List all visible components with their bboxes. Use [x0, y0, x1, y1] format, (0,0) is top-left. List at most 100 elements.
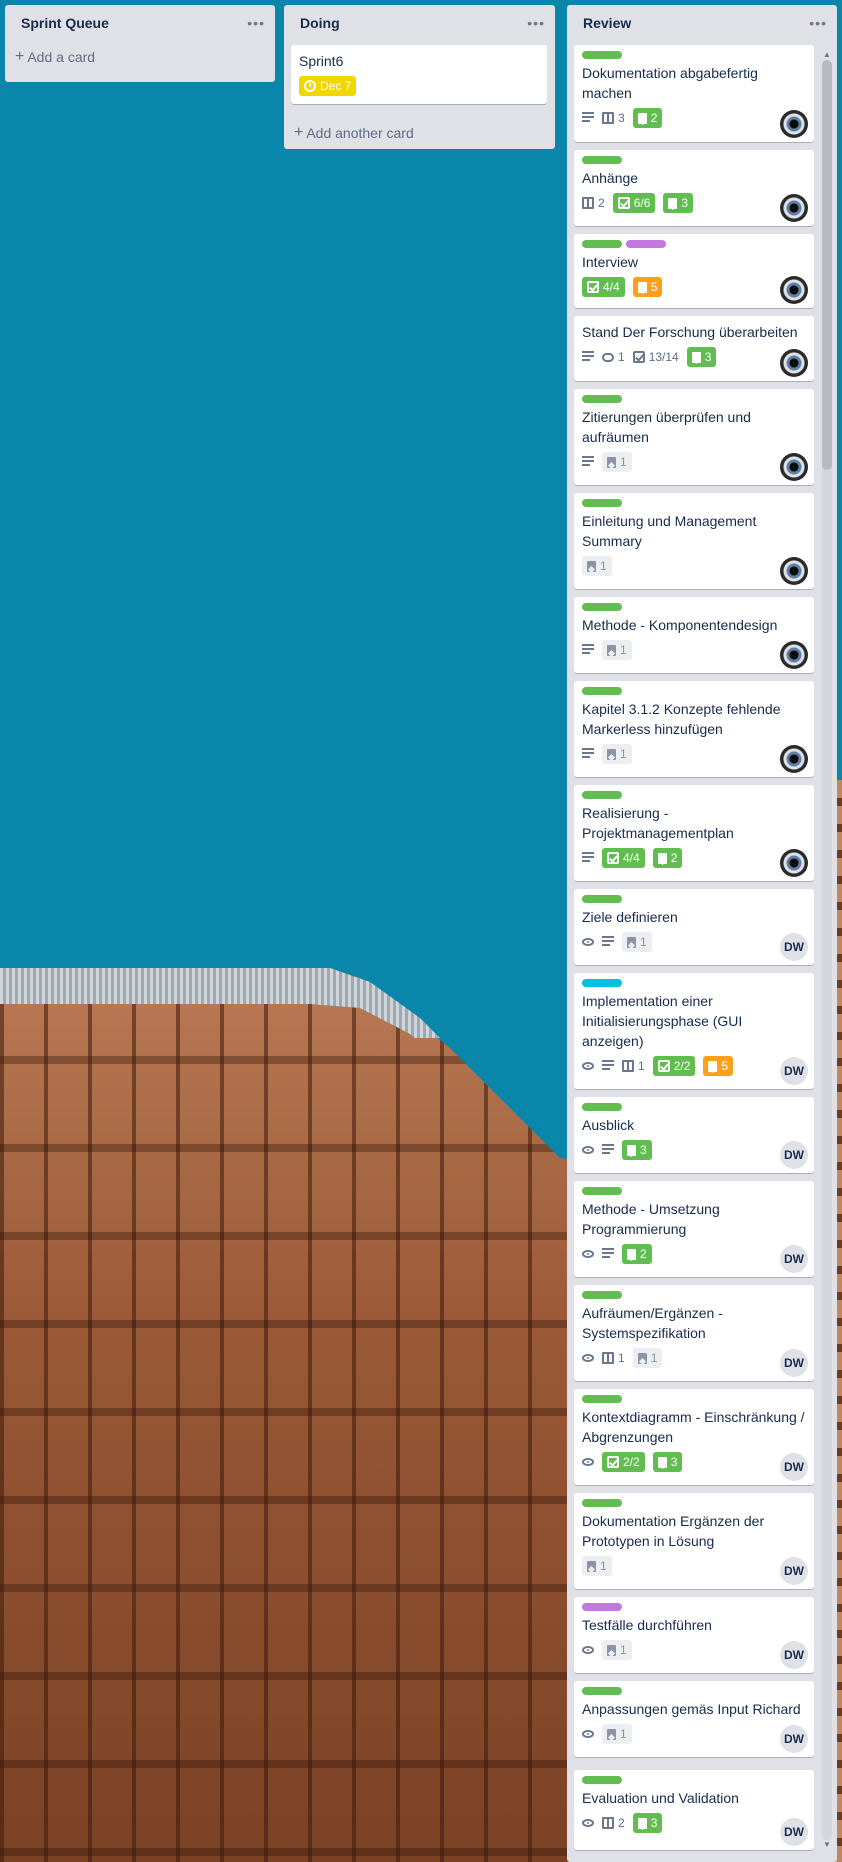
- eye-avatar-icon[interactable]: [780, 349, 808, 377]
- review-card[interactable]: Ausblick 3 DW: [574, 1097, 814, 1173]
- eye-avatar-icon[interactable]: [780, 194, 808, 222]
- eye-avatar-icon[interactable]: [780, 276, 808, 304]
- label-green[interactable]: [582, 791, 622, 799]
- tag-count-badge: 3: [632, 1813, 663, 1833]
- attachment-board-icon: [602, 1352, 614, 1364]
- label-green[interactable]: [582, 687, 622, 695]
- card-title: Methode - Komponentendesign: [582, 617, 778, 633]
- list-menu-icon[interactable]: •••: [527, 15, 545, 31]
- label-purple[interactable]: [626, 240, 666, 248]
- review-card[interactable]: Interview 4/4 5: [574, 234, 814, 308]
- card-title: Methode - Umsetzung Programmierung: [582, 1201, 720, 1237]
- watch-badge: [582, 1146, 594, 1154]
- member-avatar[interactable]: DW: [780, 1057, 808, 1085]
- checklist-badge: 4/4: [602, 848, 645, 868]
- checklist-badge: 13/14: [632, 350, 679, 364]
- tag-count-badge: 1: [602, 744, 632, 764]
- eye-avatar-icon[interactable]: [780, 641, 808, 669]
- label-green[interactable]: [582, 156, 622, 164]
- review-card[interactable]: Ziele definieren 1 DW: [574, 889, 814, 965]
- card-labels: [582, 240, 806, 248]
- review-scrollbar-thumb[interactable]: [822, 60, 832, 470]
- eye-avatar-icon[interactable]: [780, 849, 808, 877]
- label-green[interactable]: [582, 1187, 622, 1195]
- member-avatar[interactable]: DW: [780, 1453, 808, 1481]
- member-avatar[interactable]: DW: [780, 1245, 808, 1273]
- card-title: Sprint6: [299, 53, 344, 69]
- member-avatar[interactable]: DW: [780, 933, 808, 961]
- tag-icon: [637, 281, 647, 293]
- label-green[interactable]: [582, 240, 622, 248]
- card-title: Stand Der Forschung überarbeiten: [582, 324, 798, 340]
- member-avatar[interactable]: DW: [780, 1349, 808, 1377]
- label-green[interactable]: [582, 1687, 622, 1695]
- label-green[interactable]: [582, 395, 622, 403]
- card-badges: 1: [582, 553, 806, 579]
- label-green[interactable]: [582, 1776, 622, 1784]
- list-title[interactable]: Sprint Queue: [21, 15, 109, 31]
- label-green[interactable]: [582, 1395, 622, 1403]
- description-icon: [582, 456, 594, 468]
- review-card[interactable]: Realisierung - Projektmanagementplan 4/4 2: [574, 785, 814, 881]
- scroll-up-arrow-icon[interactable]: ▲: [822, 50, 832, 59]
- review-card[interactable]: Aufräumen/Ergänzen - Systemspezifikation…: [574, 1285, 814, 1381]
- eye-avatar-icon[interactable]: [780, 453, 808, 481]
- eye-avatar-icon[interactable]: [780, 110, 808, 138]
- card-title: Ziele definieren: [582, 909, 678, 925]
- tag-icon: [668, 197, 678, 209]
- review-card[interactable]: Methode - Komponentendesign 1: [574, 597, 814, 673]
- label-green[interactable]: [582, 51, 622, 59]
- review-card[interactable]: Stand Der Forschung überarbeiten 1 13/14 3: [574, 316, 814, 381]
- label-green[interactable]: [582, 603, 622, 611]
- review-card[interactable]: Anhänge 2 6/6 3: [574, 150, 814, 226]
- watch-badge: [582, 1062, 594, 1070]
- label-green[interactable]: [582, 499, 622, 507]
- label-green[interactable]: [582, 895, 622, 903]
- review-card[interactable]: Anpassungen gemäs Input Richard 1 DW: [574, 1681, 814, 1757]
- eye-avatar-icon[interactable]: [780, 557, 808, 585]
- label-green[interactable]: [582, 1499, 622, 1507]
- board: Sprint Queue ••• + Add a card Doing ••• …: [0, 0, 842, 1862]
- watch-badge: [582, 1250, 594, 1258]
- list-title[interactable]: Review: [583, 15, 631, 31]
- member-avatar[interactable]: DW: [780, 1141, 808, 1169]
- scroll-down-arrow-icon[interactable]: ▼: [822, 1840, 832, 1849]
- list-menu-icon[interactable]: •••: [809, 15, 827, 31]
- tag-count-badge: 1: [582, 1556, 612, 1576]
- checklist-icon: [617, 197, 630, 209]
- review-card[interactable]: Evaluation und Validation 2 3 DW: [574, 1770, 814, 1850]
- eye-avatar-icon[interactable]: [780, 745, 808, 773]
- card-labels: [582, 1687, 806, 1695]
- member-avatar[interactable]: DW: [780, 1557, 808, 1585]
- review-card[interactable]: Dokumentation abgabefertig machen 3 2: [574, 45, 814, 142]
- label-sky[interactable]: [582, 979, 622, 987]
- watch-eye-icon: [582, 1062, 594, 1070]
- list-menu-icon[interactable]: •••: [247, 15, 265, 31]
- label-purple[interactable]: [582, 1603, 622, 1611]
- member-avatar[interactable]: DW: [780, 1818, 808, 1846]
- due-date-badge[interactable]: Dec 7: [299, 76, 357, 96]
- review-card[interactable]: Kapitel 3.1.2 Konzepte fehlende Markerle…: [574, 681, 814, 777]
- card-sprint6[interactable]: Sprint6 Dec 7: [291, 45, 547, 104]
- label-green[interactable]: [582, 1103, 622, 1111]
- badge-count: 1: [618, 1351, 625, 1365]
- review-card[interactable]: Dokumentation Ergänzen der Prototypen in…: [574, 1493, 814, 1589]
- review-card[interactable]: Methode - Umsetzung Programmierung 2 DW: [574, 1181, 814, 1277]
- review-card[interactable]: Testfälle durchführen 1 DW: [574, 1597, 814, 1673]
- badge-count: 1: [620, 1643, 627, 1657]
- tag-icon: [657, 852, 667, 864]
- list-title[interactable]: Doing: [300, 15, 340, 31]
- checklist-badge: 2/2: [602, 1452, 645, 1472]
- review-card[interactable]: Zitierungen überprüfen und aufräumen 1: [574, 389, 814, 485]
- add-card-button[interactable]: + Add a card: [5, 41, 275, 73]
- member-avatar[interactable]: DW: [780, 1725, 808, 1753]
- description-icon: [582, 748, 594, 760]
- add-card-button[interactable]: + Add another card: [284, 117, 414, 149]
- member-avatar[interactable]: DW: [780, 1641, 808, 1669]
- card-badges: 1: [582, 1637, 806, 1663]
- badge-count: 2: [598, 196, 605, 210]
- label-green[interactable]: [582, 1291, 622, 1299]
- review-card[interactable]: Implementation einer Initialisierungspha…: [574, 973, 814, 1089]
- review-card[interactable]: Kontextdiagramm - Einschränkung / Abgren…: [574, 1389, 814, 1485]
- review-card[interactable]: Einleitung und Management Summary 1: [574, 493, 814, 589]
